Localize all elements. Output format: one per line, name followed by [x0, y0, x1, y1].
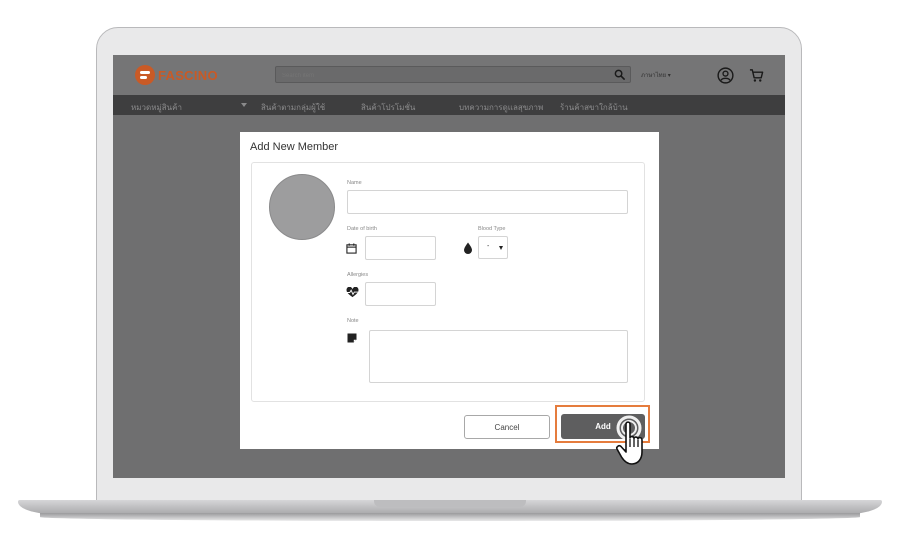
logo-text: FASCINO: [158, 67, 218, 83]
nav-item-nearby-stores[interactable]: ร้านค้าสขาใกล้บ้าน: [560, 101, 628, 114]
modal-form: Name Date of birth Blood Type - Allergie…: [251, 162, 645, 402]
search-input[interactable]: [280, 67, 604, 84]
name-label: Name: [347, 180, 362, 186]
hand-pointer-icon: [616, 415, 643, 465]
nav-item-user-groups[interactable]: สินค้าตามกลุ่มผู้ใช้: [261, 101, 325, 114]
nav-item-promotions[interactable]: สินค้าโปรโมชั่น: [361, 101, 415, 114]
user-circle-icon[interactable]: [717, 67, 734, 84]
name-input[interactable]: [347, 190, 628, 214]
language-selector[interactable]: ภาษาไทย ▾: [641, 70, 671, 80]
avatar[interactable]: [269, 174, 335, 240]
chevron-down-icon[interactable]: [241, 103, 247, 107]
nav-item-health-articles[interactable]: บทความการดูแลสุขภาพ: [459, 101, 543, 114]
note-textarea[interactable]: [369, 330, 628, 383]
site-header: FASCINO ภาษาไทย ▾: [113, 55, 785, 95]
blood-type-select[interactable]: -: [478, 236, 508, 259]
note-label: Note: [347, 318, 359, 324]
logo[interactable]: FASCINO: [135, 65, 218, 85]
cancel-button[interactable]: Cancel: [464, 415, 550, 439]
allergies-input[interactable]: [365, 282, 436, 306]
allergies-label: Allergies: [347, 272, 369, 278]
modal-title: Add New Member: [250, 141, 339, 153]
main-nav: หมวดหมู่สินค้า สินค้าตามกลุ่มผู้ใช้ สินค…: [113, 95, 785, 115]
blood-drop-icon: [464, 242, 472, 254]
heartbeat-icon: [346, 287, 359, 298]
laptop-notch: [374, 500, 526, 507]
calendar-icon: [346, 243, 357, 254]
nav-item-categories[interactable]: หมวดหมู่สินค้า: [131, 101, 182, 114]
blood-type-value: -: [487, 243, 490, 250]
blood-type-label: Blood Type: [478, 226, 506, 232]
dob-label: Date of birth: [347, 226, 377, 232]
search-box[interactable]: [275, 66, 631, 84]
search-icon[interactable]: [614, 69, 625, 80]
cart-icon[interactable]: [749, 68, 764, 83]
note-icon: [347, 333, 357, 343]
dob-input[interactable]: [365, 236, 436, 260]
laptop-base-shadow: [40, 513, 860, 521]
chevron-down-icon: [499, 246, 503, 250]
logo-icon: [135, 65, 155, 85]
add-member-modal: Add New Member Name Date of birth Blood …: [240, 132, 659, 449]
